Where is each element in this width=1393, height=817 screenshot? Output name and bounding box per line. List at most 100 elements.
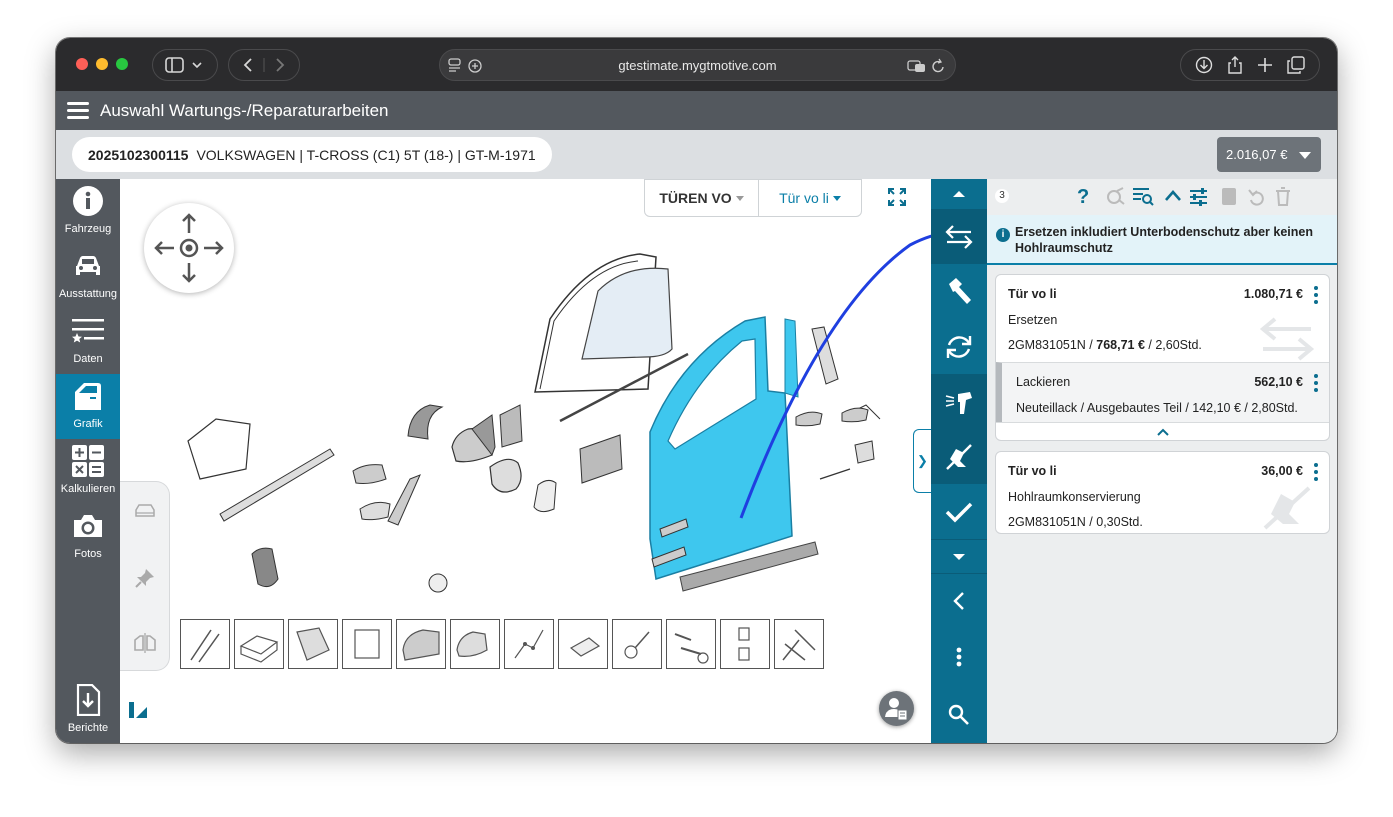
fullscreen-icon[interactable] xyxy=(888,188,906,206)
page-menu-icon[interactable] xyxy=(448,58,484,74)
close-window-button[interactable] xyxy=(76,58,88,70)
card-title: Tür vo li xyxy=(1008,464,1057,478)
chevron-right-icon: ❯ xyxy=(917,453,928,468)
layers-view-icon[interactable] xyxy=(134,502,156,522)
camera-icon xyxy=(74,515,102,537)
part-thumbnail[interactable] xyxy=(234,619,284,669)
collapse-button[interactable] xyxy=(931,573,987,628)
nav-label: Fotos xyxy=(74,548,102,560)
expand-panel-button[interactable]: ❯ xyxy=(913,429,931,493)
nav-item-daten[interactable]: Daten xyxy=(56,309,120,374)
share-icon[interactable] xyxy=(1226,56,1244,74)
caret-down-icon xyxy=(953,553,965,560)
replace-watermark-icon xyxy=(1259,317,1315,361)
panel-toolbar: 3 ? xyxy=(987,179,1337,213)
car-icon xyxy=(76,256,100,275)
info-icon: i xyxy=(996,228,1010,242)
search-list-icon xyxy=(1133,188,1154,206)
view-tools xyxy=(120,481,170,671)
part-thumbnail[interactable] xyxy=(666,619,716,669)
download-icon[interactable] xyxy=(1195,56,1213,74)
undo-icon xyxy=(1248,189,1264,206)
part-thumbnail[interactable] xyxy=(504,619,554,669)
tab-overview-icon[interactable] xyxy=(1287,56,1305,74)
nav-item-ausstattung[interactable]: Ausstattung xyxy=(56,244,120,309)
zoom-window-button[interactable] xyxy=(116,58,128,70)
minimize-window-button[interactable] xyxy=(96,58,108,70)
info-message-text: Ersetzen inkludiert Unterbodenschutz abe… xyxy=(1015,225,1313,255)
pin-icon[interactable] xyxy=(134,567,156,589)
url-text: gtestimate.mygtmotive.com xyxy=(618,57,777,73)
part-thumbnail[interactable] xyxy=(342,619,392,669)
help-icon: ? xyxy=(1077,186,1089,206)
nav-label: Daten xyxy=(73,353,103,365)
sidebar-toggle-button[interactable] xyxy=(152,49,218,81)
nav-label: Berichte xyxy=(67,722,109,734)
more-options-button[interactable] xyxy=(931,629,987,684)
hamburger-menu-icon[interactable] xyxy=(67,102,89,119)
sub-card-price: 562,10 € xyxy=(1254,375,1303,389)
address-bar[interactable]: gtestimate.mygtmotive.com xyxy=(439,49,956,81)
parts-graphic-canvas[interactable]: TÜREN VO Tür vo li ❯ xyxy=(120,179,931,743)
nav-item-kalkulieren[interactable]: Kalkulieren xyxy=(56,439,120,504)
part-thumbnail[interactable] xyxy=(720,619,770,669)
collapse-sub-button[interactable] xyxy=(996,422,1329,440)
nav-label: Ausstattung xyxy=(58,288,118,300)
scroll-up-button[interactable] xyxy=(931,179,987,209)
part-thumbnail[interactable] xyxy=(558,619,608,669)
nav-item-berichte[interactable]: Berichte xyxy=(56,678,120,743)
card-menu-icon[interactable] xyxy=(1314,286,1318,307)
info-message: i Ersetzen inkludiert Unterbodenschutz a… xyxy=(987,215,1337,265)
part-thumbnail[interactable] xyxy=(288,619,338,669)
part-thumbnail[interactable] xyxy=(612,619,662,669)
card-price: 36,00 € xyxy=(1261,464,1303,478)
sub-card-menu-icon[interactable] xyxy=(1314,374,1318,395)
part-thumbnail[interactable] xyxy=(396,619,446,669)
cavity-watermark-icon xyxy=(1263,486,1311,530)
operation-card[interactable]: Tür vo li 1.080,71 € Ersetzen 2GM831051N… xyxy=(995,274,1330,441)
scroll-down-button[interactable] xyxy=(931,539,987,573)
card-operation: Hohlraumkonservierung xyxy=(1008,490,1141,504)
translate-reload-icons[interactable] xyxy=(907,58,947,74)
nav-item-fahrzeug[interactable]: Fahrzeug xyxy=(56,179,120,244)
paint-tool[interactable] xyxy=(931,374,987,429)
operation-card[interactable]: Tür vo li 36,00 € Hohlraumkonservierung … xyxy=(995,451,1330,534)
cavity-protection-tool[interactable] xyxy=(931,429,987,484)
user-notes-button[interactable] xyxy=(879,691,914,726)
remove-install-tool[interactable] xyxy=(931,319,987,374)
browser-toolbar: gtestimate.mygtmotive.com xyxy=(56,38,1337,91)
card-menu-icon[interactable] xyxy=(1314,463,1318,484)
nav-item-fotos[interactable]: Fotos xyxy=(56,504,120,569)
operations-count-badge: 3 xyxy=(995,189,1009,203)
part-thumbnail[interactable] xyxy=(180,619,230,669)
no-paint-icon xyxy=(946,443,972,470)
door-icon xyxy=(75,383,101,410)
search-button[interactable] xyxy=(931,687,987,742)
group-select[interactable]: TÜREN VO xyxy=(645,180,759,216)
chevron-up-icon xyxy=(1165,190,1181,201)
calculator-small-icon xyxy=(1222,188,1236,205)
replace-tool[interactable] xyxy=(931,209,987,264)
hammer-icon xyxy=(949,277,971,304)
confirm-button[interactable] xyxy=(931,484,987,539)
card-price: 1.080,71 € xyxy=(1243,287,1303,301)
part-select[interactable]: Tür vo li xyxy=(759,180,861,216)
nav-item-grafik[interactable]: Grafik xyxy=(56,374,120,439)
repair-tool[interactable] xyxy=(931,264,987,319)
part-thumbnail[interactable] xyxy=(450,619,500,669)
new-tab-icon[interactable] xyxy=(1256,56,1274,74)
sub-operation-card[interactable]: Lackieren 562,10 € Neuteillack / Ausgeba… xyxy=(996,362,1329,422)
user-document-icon xyxy=(885,698,908,721)
card-title: Tür vo li xyxy=(1008,287,1057,301)
pan-control[interactable] xyxy=(144,203,234,293)
vehicle-pill[interactable]: 2025102300115 VOLKSWAGEN | T-CROSS (C1) … xyxy=(72,137,552,172)
swap-arrows-icon xyxy=(945,224,973,249)
total-price-dropdown[interactable]: 2.016,07 € xyxy=(1217,137,1321,172)
labor-time: / 2,60Std. xyxy=(1144,338,1202,352)
mirror-view-icon[interactable] xyxy=(132,632,158,654)
part-thumbnail[interactable] xyxy=(774,619,824,669)
app-header: Auswahl Wartungs-/Reparaturarbeiten xyxy=(56,91,1337,130)
spray-gun-icon xyxy=(945,391,972,414)
group-select-value: TÜREN VO xyxy=(659,190,732,206)
sub-card-title: Lackieren xyxy=(1016,375,1071,389)
